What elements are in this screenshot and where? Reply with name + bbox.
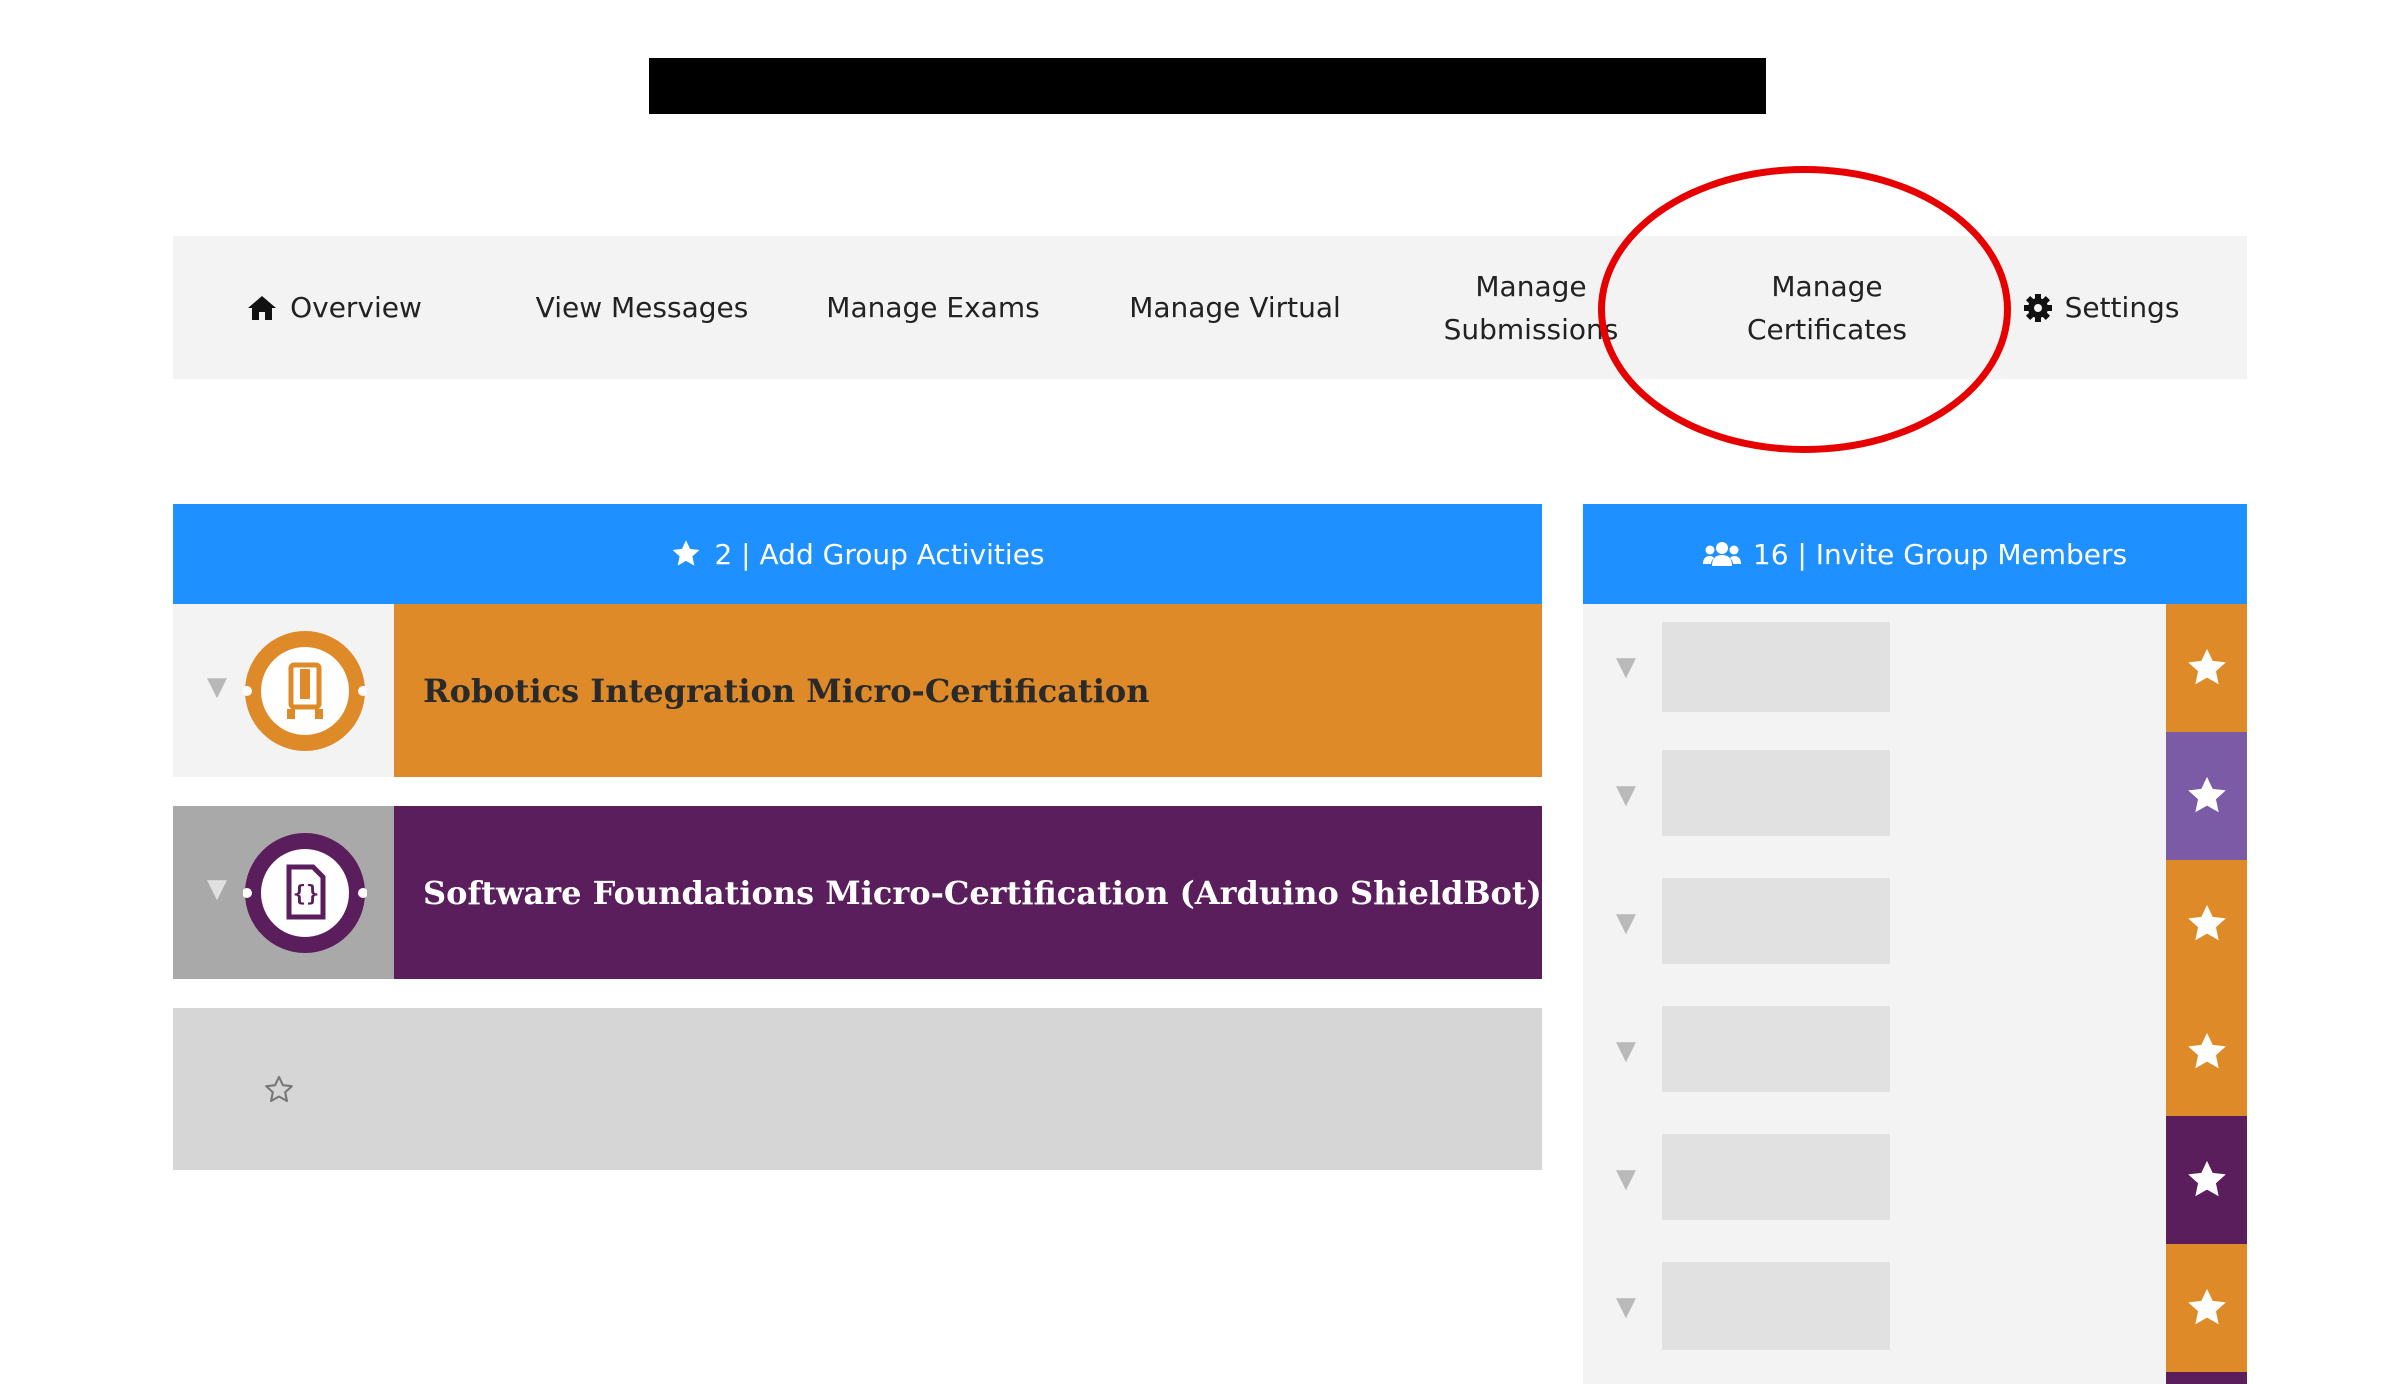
activity-title-cell[interactable]: Software Foundations Micro-Certification… bbox=[394, 806, 1542, 979]
chevron-down-icon[interactable]: ▼ bbox=[1616, 1292, 1636, 1322]
member-row[interactable]: ▼ bbox=[1583, 988, 2166, 1116]
nav-settings[interactable]: Settings bbox=[2009, 236, 2193, 379]
users-icon bbox=[1702, 542, 1741, 566]
star-icon bbox=[673, 540, 700, 566]
nav-view-messages-label: View Messages bbox=[535, 291, 749, 324]
invite-group-members-label: 16 | Invite Group Members bbox=[1752, 537, 2128, 571]
member-avatar-placeholder bbox=[1662, 1006, 1890, 1092]
nav-manage-virtual[interactable]: Manage Virtual bbox=[1091, 236, 1379, 379]
member-star-button[interactable] bbox=[2166, 988, 2247, 1116]
member-star-button[interactable] bbox=[2166, 1244, 2247, 1372]
nav-manage-virtual-label: Manage Virtual bbox=[1129, 291, 1341, 324]
activity-title-cell[interactable]: Robotics Integration Micro-Certification bbox=[394, 604, 1542, 777]
nav-settings-label: Settings bbox=[2064, 291, 2180, 324]
member-row[interactable]: ▼ bbox=[1583, 860, 2166, 988]
invite-group-members-button[interactable]: 16 | Invite Group Members bbox=[1583, 504, 2247, 604]
members-list: ▼ ▼ ▼ ▼ ▼ ▼ bbox=[1583, 604, 2247, 1384]
member-star-button[interactable] bbox=[2166, 732, 2247, 860]
chevron-down-icon[interactable]: ▼ bbox=[207, 874, 227, 904]
chevron-down-icon[interactable]: ▼ bbox=[1616, 652, 1636, 682]
activity-title: Software Foundations Micro-Certification… bbox=[423, 873, 1542, 912]
nav-manage-exams[interactable]: Manage Exams bbox=[796, 236, 1070, 379]
star-icon bbox=[2187, 776, 2226, 813]
member-row[interactable]: ▼ bbox=[1583, 732, 2166, 860]
empty-activity-slot[interactable] bbox=[173, 1008, 1542, 1170]
activity-card[interactable]: ▼ {} Software Foundations Micro-Certific… bbox=[173, 806, 1542, 979]
chevron-down-icon[interactable]: ▼ bbox=[1616, 908, 1636, 938]
star-icon bbox=[2187, 904, 2226, 941]
member-star-button[interactable] bbox=[2166, 860, 2247, 988]
gear-icon bbox=[2023, 293, 2052, 322]
member-avatar-placeholder bbox=[1662, 1134, 1890, 1220]
member-row[interactable]: ▼ bbox=[1583, 1116, 2166, 1244]
software-badge-icon: {} bbox=[243, 833, 367, 953]
chevron-down-icon[interactable]: ▼ bbox=[207, 672, 227, 702]
member-avatar-placeholder bbox=[1662, 1262, 1890, 1350]
activity-badge-cell: ▼ bbox=[173, 604, 394, 777]
star-icon bbox=[2187, 1288, 2226, 1325]
member-avatar-placeholder bbox=[1662, 622, 1890, 712]
member-star-button[interactable] bbox=[2166, 1372, 2247, 1384]
star-icon bbox=[2187, 1160, 2226, 1197]
chevron-down-icon[interactable]: ▼ bbox=[1616, 1164, 1636, 1194]
activity-title: Robotics Integration Micro-Certification bbox=[423, 671, 1150, 710]
member-star-button[interactable] bbox=[2166, 1116, 2247, 1244]
nav-overview[interactable]: Overview bbox=[221, 236, 447, 379]
nav-manage-exams-label: Manage Exams bbox=[826, 291, 1040, 324]
star-icon bbox=[2187, 648, 2226, 685]
chevron-down-icon[interactable]: ▼ bbox=[1616, 1036, 1636, 1066]
highlight-circle bbox=[1598, 166, 2011, 453]
redacted-banner bbox=[649, 58, 1766, 114]
chevron-down-icon[interactable]: ▼ bbox=[1616, 780, 1636, 810]
robotics-badge-icon bbox=[243, 631, 367, 751]
member-row[interactable]: ▼ bbox=[1583, 1244, 2166, 1372]
member-avatar-placeholder bbox=[1662, 878, 1890, 964]
add-group-activities-label: 2 | Add Group Activities bbox=[714, 537, 1045, 571]
member-star-button[interactable] bbox=[2166, 604, 2247, 732]
activity-card[interactable]: ▼ Robotics Integration Micro-Certificati… bbox=[173, 604, 1542, 777]
star-outline-icon[interactable] bbox=[263, 1075, 295, 1105]
nav-overview-label: Overview bbox=[290, 291, 422, 324]
svg-text:{}: {} bbox=[293, 882, 320, 907]
member-avatar-placeholder bbox=[1662, 750, 1890, 836]
add-group-activities-button[interactable]: 2 | Add Group Activities bbox=[173, 504, 1542, 604]
star-icon bbox=[2187, 1032, 2226, 1069]
nav-view-messages[interactable]: View Messages bbox=[500, 236, 784, 379]
nav-manage-submissions-label: Manage Submissions bbox=[1443, 269, 1619, 346]
member-row[interactable]: ▼ bbox=[1583, 604, 2166, 732]
home-icon bbox=[248, 295, 277, 320]
activity-badge-cell: ▼ {} bbox=[173, 806, 394, 979]
